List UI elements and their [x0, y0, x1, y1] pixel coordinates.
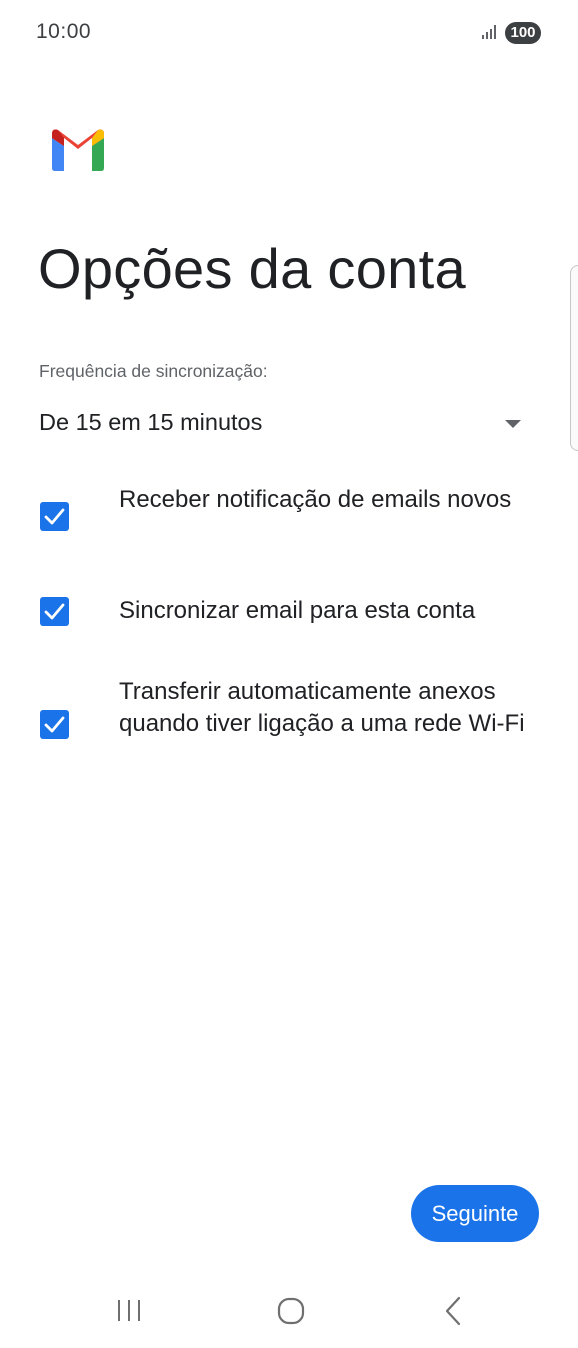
status-bar: 10:00 100: [0, 0, 578, 66]
sync-frequency-select[interactable]: De 15 em 15 minutos: [39, 404, 529, 448]
battery-level-badge: 100: [505, 22, 541, 44]
option-label: Transferir automaticamente anexos quando…: [119, 678, 525, 737]
option-new-email-notification[interactable]: Receber notificação de emails novos: [0, 482, 578, 554]
checkbox-sync-email[interactable]: [40, 597, 69, 626]
sync-frequency-value: De 15 em 15 minutos: [39, 409, 263, 435]
checkbox-new-email-notification[interactable]: [40, 502, 69, 531]
option-label: Sincronizar email para esta conta: [119, 597, 476, 624]
option-label: Receber notificação de emails novos: [119, 486, 512, 513]
option-sync-email[interactable]: Sincronizar email para esta conta: [0, 593, 578, 633]
recent-apps-icon: [118, 1300, 140, 1321]
home-icon: [277, 1297, 305, 1325]
navigation-bar: [0, 1270, 578, 1348]
gmail-logo-icon: [50, 128, 106, 172]
checkbox-auto-download-attachments[interactable]: [40, 710, 69, 739]
home-button[interactable]: [261, 1290, 321, 1330]
signal-bars-icon: [481, 24, 499, 45]
scroll-indicator[interactable]: [570, 265, 578, 451]
back-icon: [445, 1296, 461, 1326]
option-auto-download-attachments[interactable]: Transferir automaticamente anexos quando…: [0, 674, 578, 774]
dropdown-arrow-icon: [505, 420, 521, 428]
checkmark-icon: [44, 603, 65, 620]
checkmark-icon: [44, 716, 65, 733]
checkmark-icon: [44, 508, 65, 525]
recent-apps-button[interactable]: [100, 1290, 160, 1330]
back-button[interactable]: [423, 1290, 483, 1330]
status-time: 10:00: [36, 20, 92, 43]
page-title: Opções da conta: [38, 237, 466, 300]
next-button[interactable]: Seguinte: [411, 1185, 539, 1242]
sync-frequency-label: Frequência de sincronização:: [39, 361, 268, 381]
